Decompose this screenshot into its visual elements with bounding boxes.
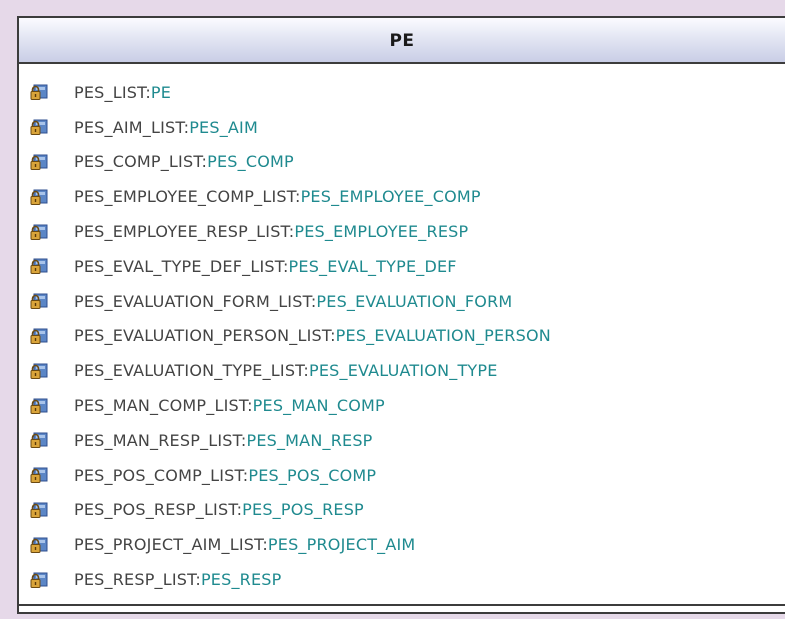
attribute-type: PES_EVAL_TYPE_DEF — [288, 256, 457, 276]
attribute-type: PES_PROJECT_AIM — [267, 535, 416, 555]
protected-attribute-icon — [30, 119, 48, 136]
operations-divider — [19, 604, 785, 606]
protected-attribute-icon — [30, 432, 48, 449]
protected-attribute-icon — [30, 189, 48, 205]
attribute-text: PES_MAN_COMP_LIST:PES_MAN_COMP — [74, 396, 385, 415]
attribute-type: PES_MAN_COMP — [252, 396, 385, 416]
attribute-type: PE — [150, 82, 172, 102]
attribute-row-pes-comp-list[interactable]: PES_COMP_LIST:PES_COMP — [19, 145, 785, 180]
attribute-name: PES_EVALUATION_PERSON_LIST — [74, 326, 331, 346]
attribute-text: PES_AIM_LIST:PES_AIM — [74, 118, 258, 137]
attribute-text: PES_EVAL_TYPE_DEF_LIST:PES_EVAL_TYPE_DEF — [74, 257, 457, 276]
attribute-name: PES_EMPLOYEE_RESP_LIST — [74, 222, 289, 242]
attribute-text: PES_MAN_RESP_LIST:PES_MAN_RESP — [74, 431, 373, 450]
attribute-text: PES_RESP_LIST:PES_RESP — [74, 570, 282, 589]
attribute-row-pes-man-comp-list[interactable]: PES_MAN_COMP_LIST:PES_MAN_COMP — [19, 388, 785, 423]
attribute-text: PES_COMP_LIST:PES_COMP — [74, 152, 294, 171]
protected-attribute-icon — [30, 154, 48, 170]
attribute-row-pes-pos-comp-list[interactable]: PES_POS_COMP_LIST:PES_POS_COMP — [19, 458, 785, 493]
attribute-row-pes-employee-comp-list[interactable]: PES_EMPLOYEE_COMP_LIST:PES_EMPLOYEE_COMP — [19, 179, 785, 214]
diagram-canvas: PE PES_LIST:PE PES_AIM_LIST:PES_AIM PES_… — [0, 0, 785, 619]
attribute-text: PES_PROJECT_AIM_LIST:PES_PROJECT_AIM — [74, 535, 415, 554]
attribute-type: PES_POS_COMP — [248, 465, 377, 485]
attribute-name: PES_MAN_COMP_LIST — [74, 396, 248, 416]
attribute-type: PES_EVALUATION_TYPE — [308, 361, 498, 381]
attribute-name: PES_COMP_LIST — [74, 152, 202, 172]
attribute-type: PES_EVALUATION_PERSON — [335, 326, 551, 346]
attribute-type: PES_EMPLOYEE_COMP — [300, 187, 481, 207]
attribute-name: PES_EVALUATION_FORM_LIST — [74, 291, 311, 311]
attribute-row-pes-project-aim-list[interactable]: PES_PROJECT_AIM_LIST:PES_PROJECT_AIM — [19, 527, 785, 562]
attribute-row-pes-evaluation-person-list[interactable]: PES_EVALUATION_PERSON_LIST:PES_EVALUATIO… — [19, 319, 785, 354]
attribute-text: PES_EMPLOYEE_RESP_LIST:PES_EMPLOYEE_RESP — [74, 222, 468, 241]
class-title: PE — [389, 31, 415, 51]
attribute-type: PES_AIM — [189, 117, 258, 137]
attribute-text: PES_EVALUATION_TYPE_LIST:PES_EVALUATION_… — [74, 361, 498, 380]
protected-attribute-icon — [30, 328, 48, 344]
protected-attribute-icon — [30, 537, 48, 553]
protected-attribute-icon — [30, 572, 48, 588]
protected-attribute-icon — [30, 363, 48, 379]
attribute-row-pes-evaluation-form-list[interactable]: PES_EVALUATION_FORM_LIST:PES_EVALUATION_… — [19, 284, 785, 319]
protected-attribute-icon — [30, 224, 48, 240]
attribute-name: PES_AIM_LIST — [74, 117, 184, 137]
attribute-name: PES_RESP_LIST — [74, 570, 196, 590]
uml-class-box[interactable]: PE PES_LIST:PE PES_AIM_LIST:PES_AIM PES_… — [17, 16, 785, 614]
attribute-name: PES_POS_COMP_LIST — [74, 465, 243, 485]
attribute-name: PES_EVALUATION_TYPE_LIST — [74, 361, 304, 381]
attribute-row-pes-pos-resp-list[interactable]: PES_POS_RESP_LIST:PES_POS_RESP — [19, 493, 785, 528]
attribute-row-pes-resp-list[interactable]: PES_RESP_LIST:PES_RESP — [19, 562, 785, 597]
protected-attribute-icon — [30, 502, 48, 518]
attribute-text: PES_POS_RESP_LIST:PES_POS_RESP — [74, 500, 364, 519]
protected-attribute-icon — [30, 398, 48, 414]
attribute-row-pes-employee-resp-list[interactable]: PES_EMPLOYEE_RESP_LIST:PES_EMPLOYEE_RESP — [19, 214, 785, 249]
attribute-type: PES_RESP — [200, 570, 282, 590]
attribute-type: PES_MAN_RESP — [246, 430, 373, 450]
attribute-row-pes-eval-type-def-list[interactable]: PES_EVAL_TYPE_DEF_LIST:PES_EVAL_TYPE_DEF — [19, 249, 785, 284]
attribute-type: PES_EVALUATION_FORM — [316, 291, 513, 311]
attribute-text: PES_LIST:PE — [74, 83, 171, 102]
attribute-name: PES_MAN_RESP_LIST — [74, 430, 241, 450]
attribute-type: PES_POS_RESP — [242, 500, 364, 520]
protected-attribute-icon — [30, 258, 48, 275]
attribute-row-pes-aim-list[interactable]: PES_AIM_LIST:PES_AIM — [19, 110, 785, 145]
attribute-row-pes-evaluation-type-list[interactable]: PES_EVALUATION_TYPE_LIST:PES_EVALUATION_… — [19, 353, 785, 388]
attribute-row-pes-list[interactable]: PES_LIST:PE — [19, 75, 785, 110]
attribute-text: PES_POS_COMP_LIST:PES_POS_COMP — [74, 466, 376, 485]
protected-attribute-icon — [30, 293, 48, 310]
attribute-name: PES_EMPLOYEE_COMP_LIST — [74, 187, 295, 207]
protected-attribute-icon — [30, 467, 48, 484]
attribute-name: PES_POS_RESP_LIST — [74, 500, 237, 520]
attribute-row-pes-man-resp-list[interactable]: PES_MAN_RESP_LIST:PES_MAN_RESP — [19, 423, 785, 458]
attribute-text: PES_EMPLOYEE_COMP_LIST:PES_EMPLOYEE_COMP — [74, 187, 481, 206]
attribute-type: PES_EMPLOYEE_RESP — [294, 222, 469, 242]
attribute-name: PES_EVAL_TYPE_DEF_LIST — [74, 256, 283, 276]
attribute-text: PES_EVALUATION_PERSON_LIST:PES_EVALUATIO… — [74, 326, 551, 345]
attribute-name: PES_LIST — [74, 82, 146, 102]
attribute-name: PES_PROJECT_AIM_LIST — [74, 535, 263, 555]
protected-attribute-icon — [30, 84, 48, 101]
attribute-list: PES_LIST:PE PES_AIM_LIST:PES_AIM PES_COM… — [19, 75, 785, 597]
attribute-type: PES_COMP — [207, 152, 294, 172]
attribute-text: PES_EVALUATION_FORM_LIST:PES_EVALUATION_… — [74, 292, 512, 311]
class-header[interactable]: PE — [19, 18, 785, 64]
